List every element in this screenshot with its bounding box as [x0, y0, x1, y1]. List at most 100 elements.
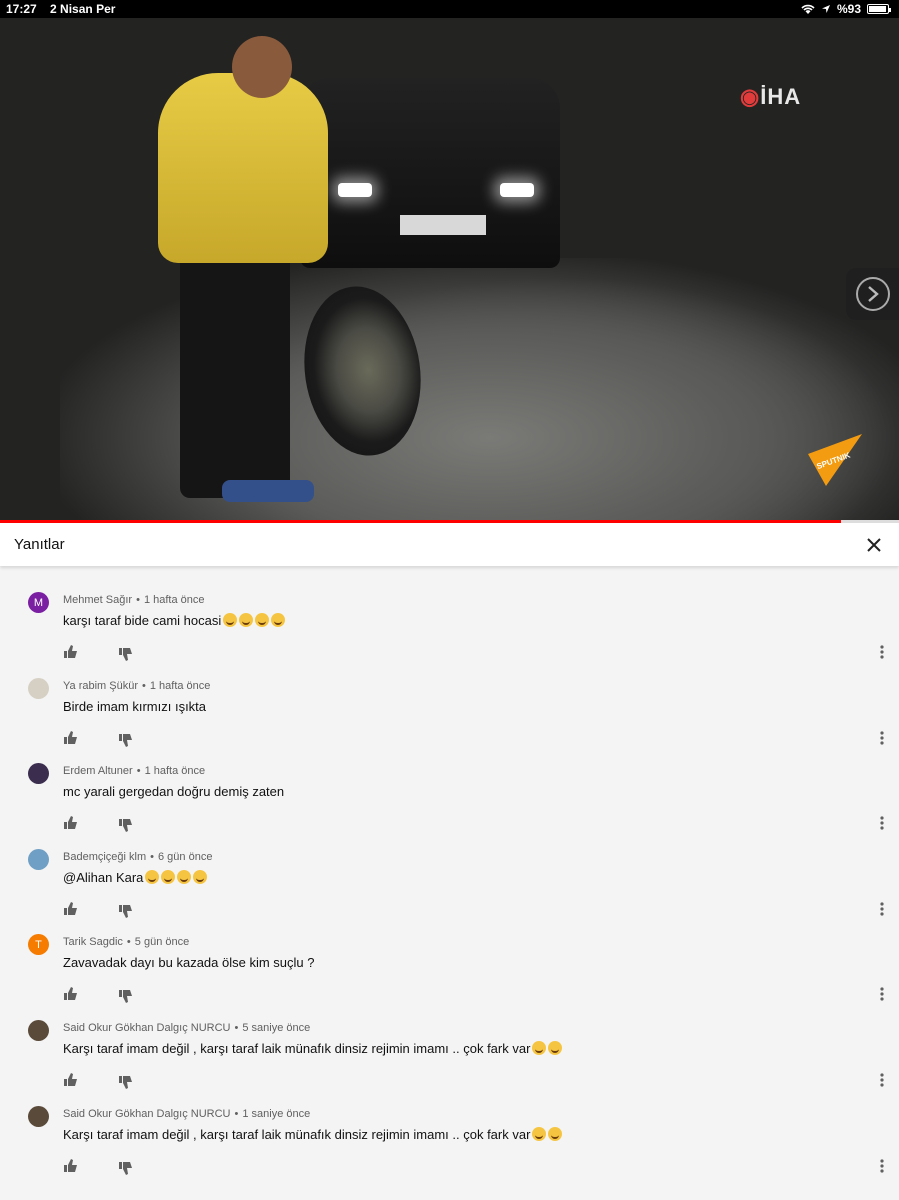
video-frame-person-body: [158, 73, 328, 263]
comment-time: 6 gün önce: [158, 850, 213, 863]
comment-time: 1 saniye önce: [242, 1107, 311, 1120]
avatar[interactable]: [28, 848, 49, 870]
comment-author[interactable]: Said Okur Gökhan Dalgıç NURCU: [63, 1022, 231, 1034]
comment-text: Karşı taraf imam değil , karşı taraf lai…: [63, 1041, 563, 1056]
close-icon[interactable]: [865, 536, 883, 554]
comment-item: Said Okur Gökhan Dalgıç NURCU • 5 saniye ö…: [0, 994, 899, 1089]
like-icon[interactable]: [63, 1158, 79, 1173]
meta-separator: •: [150, 850, 154, 863]
avatar[interactable]: [28, 677, 49, 699]
replies-header: Yanıtlar: [0, 523, 899, 566]
comment-text-content: karşı taraf bide cami hocasi: [63, 613, 222, 628]
status-date: 2 Nisan Per: [50, 2, 116, 16]
comment-text-content: Karşı taraf imam değil , karşı taraf lai…: [63, 1126, 531, 1142]
comment-author[interactable]: Mehmet Sağır: [63, 594, 132, 606]
comments-list[interactable]: M Mehmet Sağır • 1 hafta önce karşı taraf bi…: [0, 566, 899, 1200]
dislike-icon[interactable]: [118, 1161, 134, 1176]
comment-meta: Erdem Altuner • 1 hafta önce: [63, 765, 205, 777]
comment-text-content: Zavavadak dayı bu kazada ölse kim suçlu …: [63, 955, 315, 971]
comment-text-content: Karşı taraf imam değil , karşı taraf lai…: [63, 1041, 531, 1056]
emoji-icon: [271, 613, 286, 627]
meta-separator: •: [234, 1022, 239, 1034]
next-video-button[interactable]: [846, 268, 899, 320]
comment-text: Birde imam kırmızı ışıkta: [63, 699, 206, 714]
battery-percent: %93: [836, 2, 861, 16]
comment-meta: Mehmet Sağır • 1 hafta önce: [63, 594, 205, 606]
meta-separator: •: [136, 594, 140, 606]
sputnik-logo: SPUTNIK: [804, 428, 866, 488]
comment-author[interactable]: Tarik Sagdic: [63, 936, 123, 948]
comment-item: Ya rabim Şükür • 1 hafta önce Birde imam kı…: [0, 652, 899, 747]
video-frame-shoe: [222, 480, 314, 502]
status-bar: 17:27 2 Nisan Per %93: [0, 0, 899, 18]
emoji-icon: [548, 1126, 563, 1141]
comment-text-content: mc yarali gergedan doğru demiş zaten: [63, 784, 285, 800]
replies-title: Yanıtlar: [14, 536, 65, 553]
chevron-right-icon: [867, 286, 879, 302]
comment-item: T Tarik Sagdic • 5 gün önce Zavavadak dayı b…: [0, 908, 899, 1004]
comment-text: Karşı taraf imam değil , karşı taraf lai…: [63, 1126, 563, 1142]
emoji-icon: [161, 869, 176, 884]
video-progress-fill: [0, 520, 841, 523]
meta-separator: •: [142, 679, 146, 692]
comment-text: mc yarali gergedan doğru demiş zaten: [63, 784, 284, 799]
comment-author[interactable]: Ya rabim Şükür: [63, 680, 138, 692]
meta-separator: •: [126, 936, 131, 949]
comment-meta: Ya rabim Şükür • 1 hafta önce: [63, 680, 210, 692]
emoji-icon: [223, 613, 238, 627]
comment-item: Said Okur Gökhan Dalgıç NURCU • 1 saniye ö…: [0, 1080, 899, 1175]
avatar[interactable]: M: [28, 592, 49, 613]
comment-author[interactable]: Bademçiçeği klm: [63, 851, 146, 863]
video-car-plate: [400, 215, 486, 235]
location-icon: [821, 5, 830, 13]
avatar[interactable]: T: [28, 934, 49, 956]
avatar[interactable]: [28, 1105, 49, 1127]
comment-text-content: Birde imam kırmızı ışıkta: [63, 698, 207, 714]
comment-item: M Mehmet Sağır • 1 hafta önce karşı taraf bi…: [0, 566, 899, 661]
comment-time: 1 hafta önce: [144, 765, 206, 778]
comment-text: karşı taraf bide cami hocasi: [63, 613, 286, 628]
video-player[interactable]: ◉İHA SPUTNIK: [0, 18, 899, 523]
comment-text-content: @Alihan Kara: [63, 869, 144, 885]
comment-time: 5 saniye önce: [242, 1022, 311, 1034]
comment-author[interactable]: Erdem Altuner: [63, 765, 133, 777]
emoji-icon: [177, 869, 192, 884]
comment-meta: Bademçiçeği klm • 6 gün önce: [63, 851, 212, 863]
comment-time: 1 hafta önce: [149, 679, 211, 692]
emoji-icon: [532, 1041, 547, 1055]
comment-item: Bademçiçeği klm • 6 gün önce @Alihan Kara: [0, 823, 899, 918]
emoji-icon: [145, 869, 160, 884]
iha-watermark-text: İHA: [760, 84, 802, 109]
meta-separator: •: [234, 1107, 239, 1120]
emoji-icon: [239, 613, 254, 627]
comment-meta: Said Okur Gökhan Dalgıç NURCU • 1 saniye ö…: [63, 1108, 310, 1120]
app-root: 17:27 2 Nisan Per %93 ◉İHA SPUTNIK Yanıt…: [0, 0, 899, 1200]
comment-item: Erdem Altuner • 1 hafta önce mc yarali gerg…: [0, 737, 899, 833]
avatar[interactable]: [28, 1020, 49, 1041]
emoji-icon: [532, 1126, 547, 1141]
iha-watermark: ◉İHA: [740, 84, 802, 109]
emoji-icon: [255, 613, 270, 627]
battery-icon: [867, 4, 891, 14]
comment-time: 1 hafta önce: [143, 594, 205, 606]
video-frame-car: [300, 78, 560, 268]
comment-text: Zavavadak dayı bu kazada ölse kim suçlu …: [63, 955, 314, 970]
next-video-circle: [855, 277, 890, 311]
meta-separator: •: [136, 765, 141, 778]
video-frame-person-legs: [180, 248, 290, 498]
emoji-icon: [548, 1041, 563, 1055]
more-options-icon[interactable]: [878, 1158, 886, 1174]
status-right: %93: [801, 2, 891, 16]
comment-meta: Said Okur Gökhan Dalgıç NURCU • 5 saniye ö…: [63, 1022, 310, 1034]
video-progress-bar[interactable]: [0, 520, 899, 523]
comment-text: @Alihan Kara: [63, 869, 208, 885]
video-car-headlight-left: [338, 183, 372, 197]
video-frame-person-head: [232, 36, 292, 98]
video-car-headlight-right: [500, 183, 534, 197]
avatar[interactable]: [28, 763, 49, 785]
wifi-icon: [801, 4, 815, 14]
comment-author[interactable]: Said Okur Gökhan Dalgıç NURCU: [63, 1108, 231, 1120]
status-time: 17:27: [6, 2, 37, 16]
comment-time: 5 gün önce: [134, 936, 190, 949]
comment-meta: Tarik Sagdic • 5 gün önce: [63, 936, 189, 948]
